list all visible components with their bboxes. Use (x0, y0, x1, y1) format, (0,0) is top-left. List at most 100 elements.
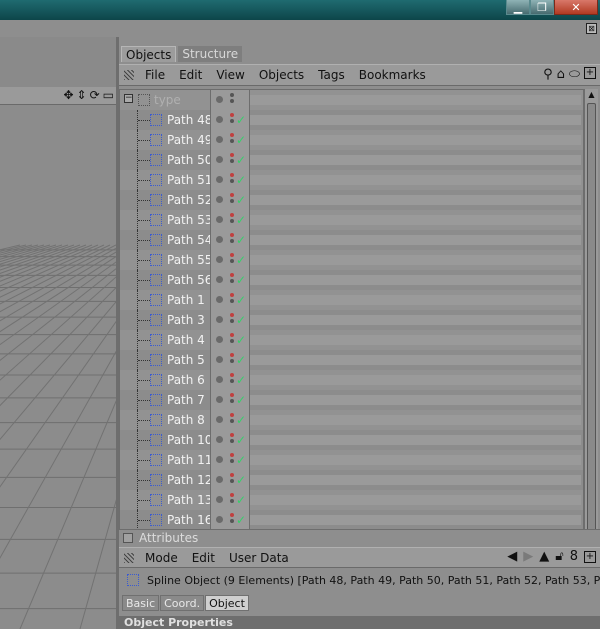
layer-dot-icon[interactable] (216, 336, 223, 343)
tree-row[interactable]: Path 48 ✓ (120, 110, 583, 130)
enabled-check-icon[interactable]: ✓ (236, 393, 246, 407)
grip-icon[interactable] (124, 70, 134, 80)
enabled-check-icon[interactable]: ✓ (236, 433, 246, 447)
layer-dot-icon[interactable] (216, 196, 223, 203)
restore-button[interactable]: ❐ (530, 0, 554, 15)
tab-coord[interactable]: Coord. (160, 595, 205, 611)
enabled-check-icon[interactable]: ✓ (236, 213, 246, 227)
visibility-icon[interactable] (230, 213, 234, 225)
enabled-check-icon[interactable]: ✓ (236, 353, 246, 367)
enabled-check-icon[interactable]: ✓ (236, 273, 246, 287)
visibility-icon[interactable] (230, 133, 234, 145)
grip-icon[interactable] (124, 553, 134, 563)
visibility-icon[interactable] (230, 153, 234, 165)
layer-dot-icon[interactable] (216, 116, 223, 123)
layer-dot-icon[interactable] (216, 96, 223, 103)
menu-edit[interactable]: Edit (179, 68, 202, 82)
visibility-icon[interactable] (230, 313, 234, 325)
tree-row[interactable]: Path 4 ✓ (120, 330, 583, 350)
visibility-icon[interactable] (230, 493, 234, 505)
enabled-check-icon[interactable]: ✓ (236, 233, 246, 247)
tree-row[interactable]: Path 1 ✓ (120, 290, 583, 310)
menu-file[interactable]: File (145, 68, 165, 82)
enabled-check-icon[interactable]: ✓ (236, 193, 246, 207)
tree-row[interactable]: Path 10 ✓ (120, 430, 583, 450)
tree-row[interactable]: Path 55 ✓ (120, 250, 583, 270)
move-view-icon[interactable]: ✥ (63, 88, 73, 102)
layer-dot-icon[interactable] (216, 456, 223, 463)
enabled-check-icon[interactable]: ✓ (236, 133, 246, 147)
menu-mode[interactable]: Mode (145, 551, 178, 565)
attributes-toggle[interactable] (123, 533, 133, 543)
scroll-up-icon[interactable]: ▲ (587, 90, 596, 100)
dolly-view-icon[interactable]: ⇕ (77, 88, 87, 102)
layer-dot-icon[interactable] (216, 516, 223, 523)
layer-dot-icon[interactable] (216, 276, 223, 283)
tab-objects[interactable]: Objects (121, 46, 177, 62)
menu-view[interactable]: View (216, 68, 244, 82)
viewport-canvas[interactable] (0, 105, 116, 629)
visibility-icon[interactable] (230, 253, 234, 265)
visibility-icon[interactable] (230, 273, 234, 285)
link-icon[interactable]: 8 (570, 549, 578, 564)
visibility-icon[interactable] (230, 393, 234, 405)
visibility-icon[interactable] (230, 473, 234, 485)
tree-row[interactable]: Path 54 ✓ (120, 230, 583, 250)
visibility-icon[interactable] (230, 173, 234, 185)
tree-row[interactable]: Path 52 ✓ (120, 190, 583, 210)
lock-icon[interactable]: 🔓︎ (555, 549, 563, 564)
new-window-icon[interactable]: + (584, 67, 596, 79)
menu-tags[interactable]: Tags (318, 68, 345, 82)
enabled-check-icon[interactable]: ✓ (236, 493, 246, 507)
enabled-check-icon[interactable]: ✓ (236, 333, 246, 347)
layer-dot-icon[interactable] (216, 236, 223, 243)
scope-icon[interactable]: ⬭ (569, 67, 580, 82)
tree-row[interactable]: Path 12 ✓ (120, 470, 583, 490)
layer-dot-icon[interactable] (216, 396, 223, 403)
visibility-icon[interactable] (230, 193, 234, 205)
enabled-check-icon[interactable]: ✓ (236, 293, 246, 307)
tree-row[interactable]: Path 49 ✓ (120, 130, 583, 150)
visibility-icon[interactable] (230, 233, 234, 245)
visibility-icon[interactable] (230, 373, 234, 385)
visibility-icon[interactable] (230, 513, 234, 525)
collapse-icon[interactable]: − (124, 94, 133, 103)
up-arrow-icon[interactable]: ▲ (539, 549, 549, 564)
tree-row[interactable]: Path 7 ✓ (120, 390, 583, 410)
layer-dot-icon[interactable] (216, 436, 223, 443)
tree-row[interactable]: Path 16 ✓ (120, 510, 583, 530)
enabled-check-icon[interactable]: ✓ (236, 173, 246, 187)
new-window-icon[interactable]: + (584, 550, 596, 563)
tree-row[interactable]: Path 8 ✓ (120, 410, 583, 430)
enabled-check-icon[interactable]: ✓ (236, 113, 246, 127)
search-icon[interactable]: ⚲ (543, 67, 553, 82)
enabled-check-icon[interactable]: ✓ (236, 153, 246, 167)
layer-dot-icon[interactable] (216, 256, 223, 263)
enabled-check-icon[interactable]: ✓ (236, 313, 246, 327)
tree-row[interactable]: Path 5 ✓ (120, 350, 583, 370)
layer-dot-icon[interactable] (216, 376, 223, 383)
layer-dot-icon[interactable] (216, 496, 223, 503)
visibility-icon[interactable] (230, 333, 234, 345)
visibility-icon[interactable] (230, 93, 234, 105)
enabled-check-icon[interactable]: ✓ (236, 453, 246, 467)
close-button[interactable]: ✕ (554, 0, 598, 15)
enabled-check-icon[interactable]: ✓ (236, 513, 246, 527)
visibility-icon[interactable] (230, 353, 234, 365)
layer-dot-icon[interactable] (216, 176, 223, 183)
home-icon[interactable]: ⌂ (557, 67, 565, 82)
tree-root-row[interactable]: − type (120, 90, 583, 110)
tree-row[interactable]: Path 11 ✓ (120, 450, 583, 470)
layer-dot-icon[interactable] (216, 476, 223, 483)
scroll-thumb[interactable] (587, 103, 596, 547)
layer-dot-icon[interactable] (216, 296, 223, 303)
tree-scrollbar[interactable]: ▲ ▼ (584, 89, 598, 561)
tab-object[interactable]: Object (205, 595, 249, 611)
tree-row[interactable]: Path 51 ✓ (120, 170, 583, 190)
enabled-check-icon[interactable]: ✓ (236, 413, 246, 427)
visibility-icon[interactable] (230, 433, 234, 445)
rotate-view-icon[interactable]: ⟳ (90, 88, 100, 102)
layout-icon[interactable]: ⊠ (586, 23, 597, 34)
menu-user-data[interactable]: User Data (229, 551, 289, 565)
forward-arrow-icon[interactable]: ▶ (523, 549, 533, 564)
